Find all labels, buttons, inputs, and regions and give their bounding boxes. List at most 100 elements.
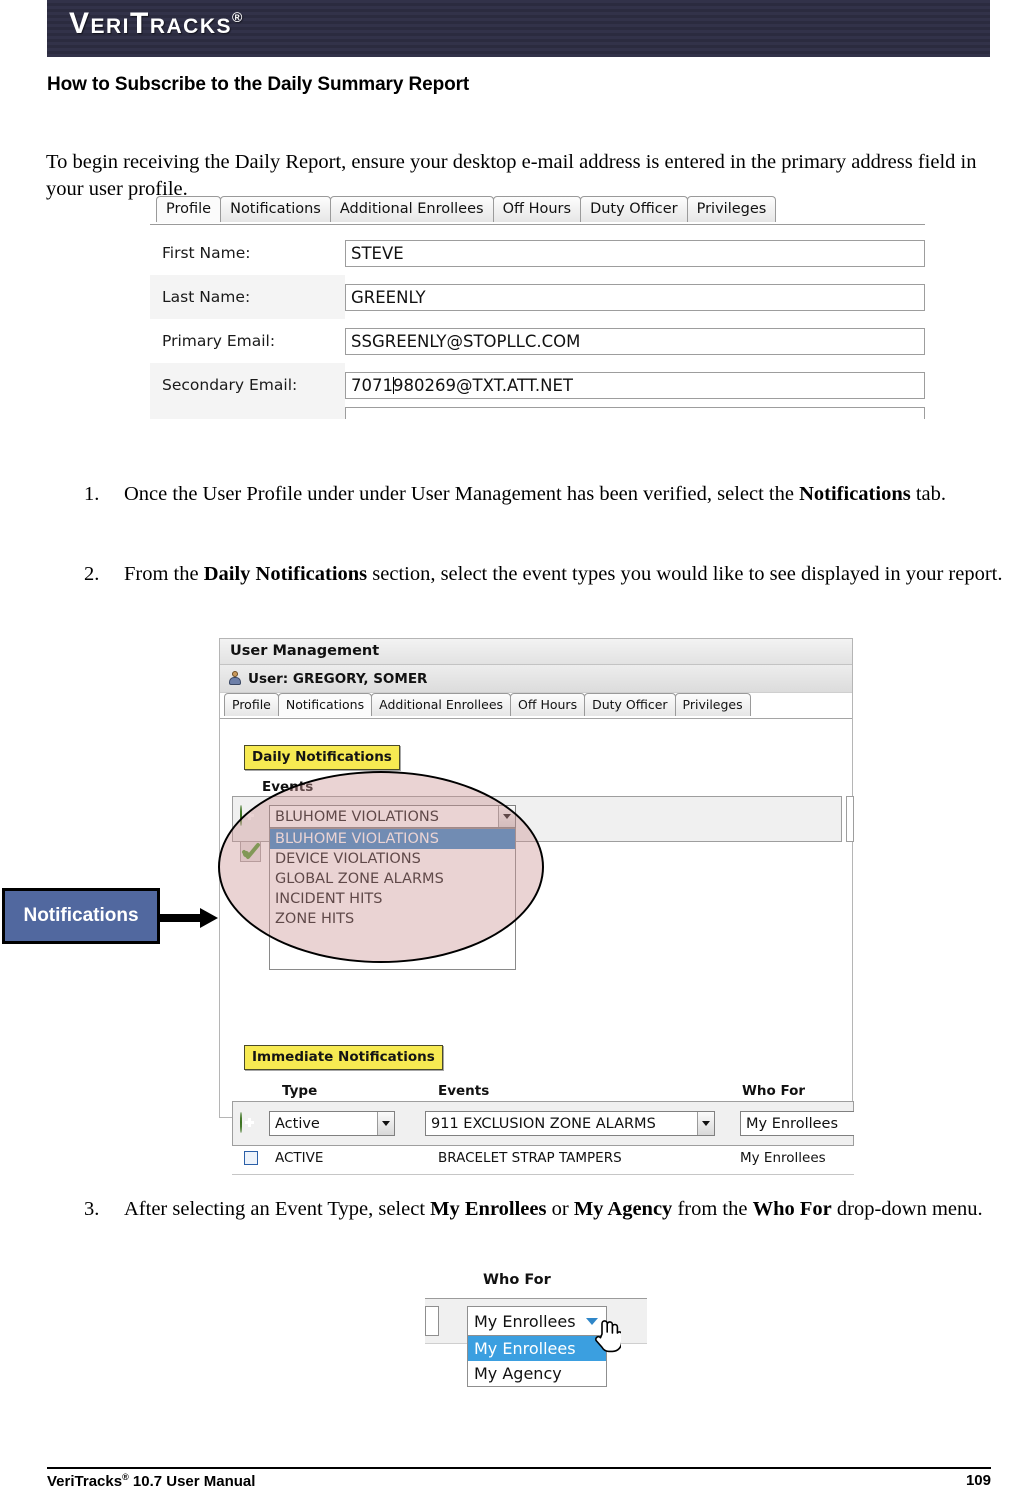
immediate-row-events: BRACELET STRAP TAMPERS	[438, 1150, 622, 1166]
secondary-email-cell: 7071980269@TXT.ATT.NET	[345, 363, 925, 407]
logo-text: VeriTracks	[69, 7, 233, 40]
user-avatar-icon	[228, 671, 242, 686]
step-2-bold: Daily Notifications	[203, 563, 368, 585]
notifications-callout-label: Notifications	[23, 905, 139, 926]
step-2-text-after: section, select the event types you woul…	[367, 563, 1003, 585]
um-tab-privileges[interactable]: Privileges	[674, 693, 751, 716]
profile-form-screenshot: Profile Notifications Additional Enrollees…	[150, 196, 925, 428]
footer-divider	[47, 1467, 991, 1469]
immediate-events-select[interactable]: 911 EXCLUSION ZONE ALARMS	[425, 1111, 715, 1136]
tab-notifications[interactable]: Notifications	[220, 196, 331, 222]
hand-cursor-icon	[595, 1320, 621, 1353]
step-1-bold: Notifications	[799, 483, 911, 505]
user-management-tabstrip: Profile Notifications Additional Enrollees…	[220, 693, 852, 719]
daily-events-combobox-arrow-icon[interactable]	[498, 806, 515, 827]
step-3-text-mid-1: or	[546, 1198, 574, 1220]
immediate-row-whofor: My Enrollees	[740, 1150, 826, 1166]
notifications-tab-content: Daily Notifications Events BLUHOME VIOLA…	[218, 719, 854, 1175]
um-tab-duty-officer[interactable]: Duty Officer	[584, 693, 676, 716]
page-title: How to Subscribe to the Daily Summary Re…	[47, 74, 470, 95]
who-for-header: Who For	[483, 1272, 551, 1288]
step-3-number: 3.	[84, 1198, 100, 1220]
form-row-secondary-email: Secondary Email: 7071980269@TXT.ATT.NET	[150, 363, 925, 407]
secondary-email-value-pre: 7071	[351, 375, 393, 395]
secondary-email-field[interactable]: 7071980269@TXT.ATT.NET	[345, 371, 925, 399]
dropdown-option-blank-2	[270, 949, 515, 969]
form-row-first-name: First Name: STEVE	[150, 231, 925, 275]
tab-duty-officer[interactable]: Duty Officer	[580, 196, 688, 222]
step-3-text-before: After selecting an Event Type, select	[124, 1198, 431, 1220]
daily-row-right-stub	[846, 796, 854, 842]
dropdown-option-bluhome-violations[interactable]: BLUHOME VIOLATIONS	[270, 829, 515, 849]
who-for-select[interactable]: My Enrollees	[467, 1306, 607, 1336]
daily-notifications-heading: Daily Notifications	[244, 745, 400, 770]
add-daily-notification-icon[interactable]	[240, 805, 259, 826]
who-for-left-stub	[425, 1306, 439, 1336]
daily-events-column-header: Events	[262, 779, 314, 795]
who-for-option-my-enrollees[interactable]: My Enrollees	[468, 1336, 606, 1361]
immediate-type-arrow-icon[interactable]	[377, 1112, 394, 1135]
um-tab-notifications[interactable]: Notifications	[277, 693, 373, 716]
first-name-label: First Name:	[162, 244, 251, 262]
step-2-text-before: From the	[124, 563, 204, 585]
logo-trademark-icon: ®	[232, 9, 243, 25]
first-name-field[interactable]: STEVE	[345, 239, 925, 267]
add-immediate-notification-icon[interactable]	[240, 1112, 259, 1133]
step-1-text: Once the User Profile under under User M…	[124, 481, 1009, 508]
immediate-events-column-header: Events	[438, 1083, 490, 1099]
user-management-screenshot: User Management User: GREGORY, SOMER Pro…	[218, 638, 854, 1175]
immediate-whofor-value: My Enrollees	[746, 1115, 839, 1132]
user-management-panel-title: User Management	[220, 639, 852, 665]
immediate-row-checkbox[interactable]	[244, 1151, 258, 1165]
who-for-screenshot: Who For My Enrollees My Enrollees My Age…	[425, 1270, 647, 1410]
tab-additional-enrollees[interactable]: Additional Enrollees	[329, 196, 494, 222]
tab-privileges[interactable]: Privileges	[686, 196, 777, 222]
page-banner: VeriTracks®	[47, 0, 990, 57]
form-row-primary-email: Primary Email: SSGREENLY@STOPLLC.COM	[150, 319, 925, 363]
step-1-text-before: Once the User Profile under under User M…	[124, 483, 800, 505]
um-tab-off-hours[interactable]: Off Hours	[510, 693, 586, 716]
who-for-option-my-agency[interactable]: My Agency	[468, 1361, 606, 1386]
immediate-type-column-header: Type	[282, 1083, 318, 1099]
profile-field-list: First Name: STEVE Last Name: GREENLY Pri…	[150, 231, 925, 419]
callout-arrow-icon	[160, 908, 218, 928]
step-1: 1. Once the User Profile under under Use…	[84, 481, 1009, 508]
step-2-number: 2.	[84, 563, 100, 585]
step-2-text: From the Daily Notifications section, se…	[124, 561, 1009, 588]
primary-email-cell: SSGREENLY@STOPLLC.COM	[345, 319, 925, 363]
dropdown-option-device-violations[interactable]: DEVICE VIOLATIONS	[270, 849, 515, 869]
dropdown-option-incident-hits[interactable]: INCIDENT HITS	[270, 889, 515, 909]
primary-email-field[interactable]: SSGREENLY@STOPLLC.COM	[345, 327, 925, 355]
step-3-text-mid-2: from the	[672, 1198, 753, 1220]
dropdown-option-global-zone-alarms[interactable]: GLOBAL ZONE ALARMS	[270, 869, 515, 889]
um-tab-profile[interactable]: Profile	[224, 693, 279, 716]
immediate-row-type: ACTIVE	[275, 1150, 324, 1166]
form-row-partial	[150, 407, 925, 419]
last-name-cell: GREENLY	[345, 275, 925, 319]
current-user-bar: User: GREGORY, SOMER	[220, 665, 852, 693]
primary-email-label: Primary Email:	[162, 332, 276, 350]
daily-events-dropdown-list[interactable]: BLUHOME VIOLATIONS DEVICE VIOLATIONS GLO…	[269, 828, 516, 970]
step-3-bold-1: My Enrollees	[430, 1198, 547, 1220]
save-daily-notification-icon[interactable]	[240, 841, 261, 862]
immediate-events-arrow-icon[interactable]	[697, 1112, 714, 1135]
last-name-field[interactable]: GREENLY	[345, 283, 925, 311]
step-2: 2. From the Daily Notifications section,…	[84, 561, 1009, 588]
dropdown-option-zone-hits[interactable]: ZONE HITS	[270, 909, 515, 929]
immediate-type-value: Active	[275, 1115, 320, 1132]
tab-off-hours[interactable]: Off Hours	[492, 196, 582, 222]
partial-row-field	[345, 407, 925, 419]
immediate-type-select[interactable]: Active	[269, 1111, 395, 1136]
immediate-whofor-column-header: Who For	[742, 1083, 806, 1099]
um-tab-additional-enrollees[interactable]: Additional Enrollees	[371, 693, 512, 716]
immediate-whofor-select[interactable]: My Enrollees	[740, 1111, 854, 1136]
step-3: 3. After selecting an Event Type, select…	[84, 1196, 1009, 1223]
immediate-row-divider	[232, 1174, 854, 1175]
tab-profile[interactable]: Profile	[156, 196, 222, 222]
who-for-dropdown-list[interactable]: My Enrollees My Agency	[467, 1336, 607, 1387]
dropdown-option-blank	[270, 929, 515, 949]
daily-events-combobox[interactable]: BLUHOME VIOLATIONS	[269, 805, 516, 828]
step-3-bold-2: My Agency	[573, 1198, 673, 1220]
step-3-text-after: drop-down menu.	[831, 1198, 983, 1220]
who-for-selected-value: My Enrollees	[474, 1311, 576, 1331]
